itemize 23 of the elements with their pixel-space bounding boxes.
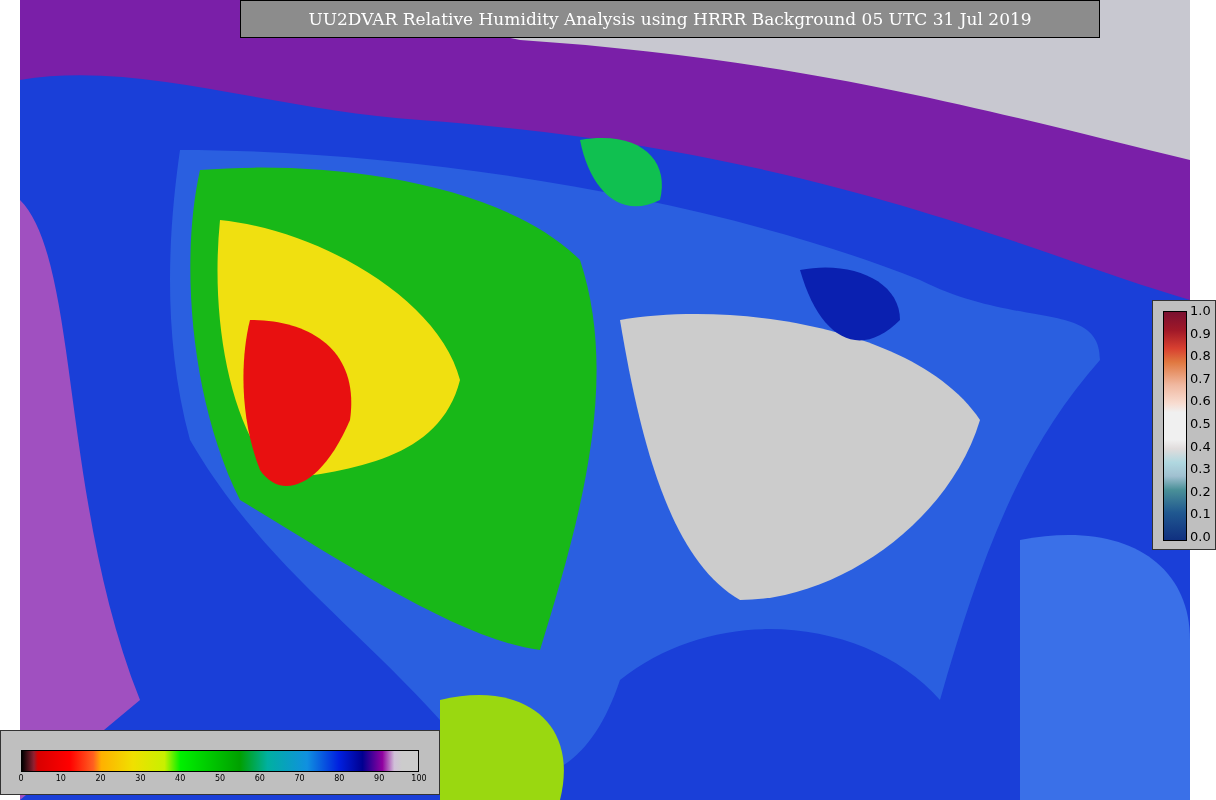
colorbar-label: 20 — [94, 774, 107, 783]
colorbar-label: 80 — [333, 774, 346, 783]
colorbar-label: 0.1 — [1190, 507, 1211, 522]
colorbar-label: 0.9 — [1190, 326, 1211, 341]
map-title: UU2DVAR Relative Humidity Analysis using HRRR Background 05 UTC 31 Jul 2019 — [240, 0, 1100, 38]
colorbar-label: 30 — [134, 774, 147, 783]
colorbar-label: 0.7 — [1190, 371, 1211, 386]
colorbar-label: 40 — [174, 774, 187, 783]
colorbar-label: 0 — [17, 774, 25, 783]
colorbar-label: 70 — [293, 774, 306, 783]
colorbar-label: 0.3 — [1190, 462, 1211, 477]
colorbar-label: 0.0 — [1190, 529, 1211, 544]
colorbar-label: 1.0 — [1190, 304, 1211, 318]
colorbar-label: 60 — [253, 774, 266, 783]
colorbar-label: 100 — [410, 774, 428, 783]
colorbar-label: 10 — [54, 774, 67, 783]
colorbar-label: 0.2 — [1190, 484, 1211, 499]
colorbar-label: 90 — [373, 774, 386, 783]
colorbar-label: 0.8 — [1190, 349, 1211, 364]
colorbar-label: 0.6 — [1190, 394, 1211, 409]
colorbar-label: 50 — [213, 774, 227, 783]
colorbar-label: 0.5 — [1190, 416, 1211, 431]
colorbar-label: 0.4 — [1190, 439, 1211, 454]
